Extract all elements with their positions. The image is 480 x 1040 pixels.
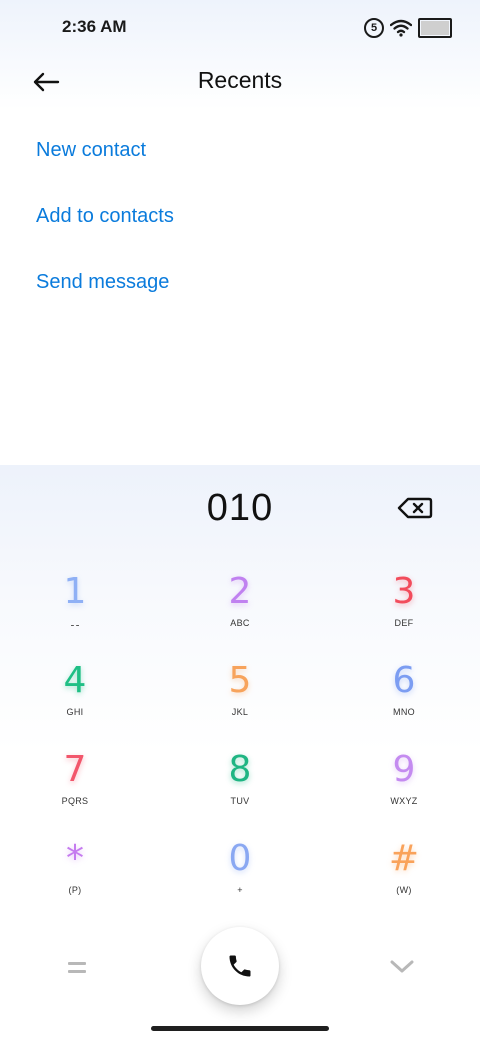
key-9[interactable]: 9 WXYZ: [354, 748, 454, 828]
collapse-keypad-button[interactable]: [386, 953, 418, 981]
key-letters: WXYZ: [390, 796, 418, 806]
sim-icon: 5: [364, 18, 384, 38]
key-1[interactable]: 1 ـ ـ: [25, 570, 125, 650]
key-letters: ـ ـ: [71, 618, 79, 628]
key-digit: #: [388, 838, 420, 879]
dialer-panel: 010 1 ـ ـ 2 ABC 3 DEF 4 GHI 5 JKL 6 MNO …: [0, 465, 480, 1040]
backspace-icon: [397, 497, 433, 519]
new-contact-link[interactable]: New contact: [36, 130, 174, 196]
key-8[interactable]: 8 TUV: [190, 748, 290, 828]
action-list: New contact Add to contacts Send message: [36, 130, 174, 328]
key-4[interactable]: 4 GHI: [25, 659, 125, 739]
backspace-button[interactable]: [396, 493, 434, 523]
key-letters: (P): [68, 885, 82, 895]
key-digit: 2: [228, 571, 252, 612]
key-7[interactable]: 7 PQRS: [25, 748, 125, 828]
key-letters: +: [237, 885, 243, 895]
key-digit: *: [66, 838, 84, 879]
key-digit: 7: [63, 749, 87, 790]
menu-icon: [68, 961, 86, 965]
key-letters: (W): [396, 885, 412, 895]
key-digit: 8: [228, 749, 252, 790]
key-2[interactable]: 2 ABC: [190, 570, 290, 650]
key-3[interactable]: 3 DEF: [354, 570, 454, 650]
send-message-link[interactable]: Send message: [36, 262, 174, 328]
battery-level: [421, 21, 449, 35]
key-digit: 0: [228, 838, 252, 879]
app-header: Recents: [0, 56, 480, 108]
key-digit: 3: [392, 571, 416, 612]
key-digit: 1: [63, 571, 87, 612]
wifi-icon: [390, 19, 412, 37]
key-letters: JKL: [231, 707, 249, 717]
status-time: 2:36 AM: [62, 17, 127, 36]
home-indicator[interactable]: [151, 1026, 329, 1031]
key-digit: 4: [63, 660, 87, 701]
key-5[interactable]: 5 JKL: [190, 659, 290, 739]
key-digit: 5: [228, 660, 252, 701]
add-to-contacts-link[interactable]: Add to contacts: [36, 196, 174, 262]
key-letters: ABC: [230, 618, 250, 628]
key-letters: TUV: [230, 796, 250, 806]
menu-button[interactable]: [60, 954, 94, 980]
key-star[interactable]: * (P): [25, 837, 125, 917]
key-letters: DEF: [394, 618, 414, 628]
phone-icon: [229, 955, 251, 977]
page-title: Recents: [197, 67, 283, 93]
chevron-down-icon: [390, 960, 414, 973]
key-6[interactable]: 6 MNO: [354, 659, 454, 739]
key-letters: PQRS: [61, 796, 89, 806]
key-digit: 6: [392, 660, 416, 701]
battery-icon: [418, 18, 452, 38]
key-letters: MNO: [393, 707, 415, 717]
menu-icon-line: [68, 969, 86, 973]
status-bar: 2:36 AM 5: [0, 0, 480, 56]
status-icons: 5: [364, 18, 452, 38]
key-0[interactable]: 0 +: [190, 837, 290, 917]
key-letters: GHI: [66, 707, 84, 717]
call-button[interactable]: [201, 927, 279, 1005]
key-hash[interactable]: # (W): [354, 837, 454, 917]
key-digit: 9: [392, 749, 416, 790]
